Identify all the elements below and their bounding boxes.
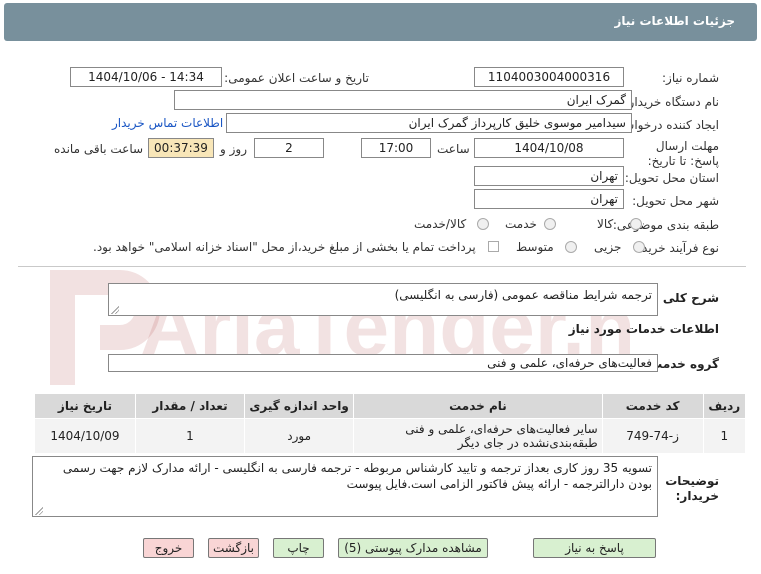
col-header-quantity: تعداد / مقدار	[134, 393, 246, 419]
summary-textarea[interactable]: ترجمه شرایط مناقصه عمومی (فارسی به انگلی…	[108, 283, 658, 316]
summary-text: ترجمه شرایط مناقصه عمومی (فارسی به انگلی…	[394, 288, 652, 302]
col-header-row-number: ردیف	[702, 393, 747, 419]
need-number-field[interactable]: 1104003004000316	[474, 67, 624, 87]
purchase-option-minor: جزیی	[594, 240, 622, 254]
exit-button[interactable]: خروج	[143, 538, 194, 558]
buyer-notes-text: تسویه 35 روز کاری بعداز ترجمه و تایید کا…	[62, 461, 652, 491]
category-radio-goods[interactable]	[630, 218, 642, 230]
category-radio-goods-service[interactable]	[477, 218, 489, 230]
cell-service-code: ز-74-749	[601, 418, 704, 454]
deadline-time-field[interactable]: 17:00	[361, 138, 431, 158]
table-header-row: ردیف کد خدمت نام خدمت واحد اندازه گیری ت…	[34, 393, 747, 419]
divider	[18, 266, 746, 267]
resize-grip-icon[interactable]	[34, 506, 43, 515]
remaining-time-field[interactable]: 00:37:39	[148, 138, 214, 158]
table-row[interactable]: 1 ز-74-749 سایر فعالیت‌های حرفه‌ای، علمی…	[34, 418, 747, 454]
resize-grip-icon[interactable]	[110, 305, 119, 314]
cell-need-date: 1404/10/09	[34, 418, 136, 454]
deadline-time-label: ساعت	[437, 142, 470, 156]
category-option-service: خدمت	[505, 217, 537, 231]
announce-datetime-label: تاریخ و ساعت اعلان عمومی:	[224, 71, 369, 85]
remaining-time-label: ساعت باقی مانده	[54, 142, 144, 156]
cell-unit: مورد	[244, 418, 355, 454]
buyer-org-field[interactable]: گمرک ایران	[174, 90, 632, 110]
deadline-date-field[interactable]: 1404/10/08	[474, 138, 624, 158]
reply-to-need-button[interactable]: پاسخ به نیاز	[533, 538, 656, 558]
purchase-radio-medium[interactable]	[565, 241, 577, 253]
category-radio-service[interactable]	[544, 218, 556, 230]
services-table: ردیف کد خدمت نام خدمت واحد اندازه گیری ت…	[34, 393, 747, 454]
category-option-goods: کالا	[597, 217, 614, 231]
col-header-service-code: کد خدمت	[601, 393, 704, 419]
col-header-need-date: تاریخ نیاز	[34, 393, 136, 419]
back-button[interactable]: بازگشت	[208, 538, 259, 558]
province-field[interactable]: تهران	[474, 166, 624, 186]
purchase-option-medium: متوسط	[516, 240, 554, 254]
city-field[interactable]: تهران	[474, 189, 624, 209]
deadline-label: مهلت ارسال پاسخ: تا تاریخ:	[647, 139, 719, 168]
service-group-field[interactable]: فعالیت‌های حرفه‌ای، علمی و فنی	[108, 354, 658, 372]
creator-field[interactable]: سیدامیر موسوی خلیق کارپرداز گمرک ایران	[226, 113, 632, 133]
category-label: طبقه بندی موضوعی:	[612, 218, 719, 232]
days-remaining-field[interactable]: 2	[254, 138, 324, 158]
purchase-type-label: نوع فرآیند خرید :	[634, 241, 719, 255]
days-label: روز و	[220, 142, 247, 156]
purchase-radio-minor[interactable]	[633, 241, 645, 253]
page-header: جزئیات اطلاعات نیاز	[4, 3, 757, 41]
services-section-title: اطلاعات خدمات مورد نیاز	[568, 322, 719, 336]
buyer-notes-textarea[interactable]: تسویه 35 روز کاری بعداز ترجمه و تایید کا…	[32, 456, 658, 517]
page-title: جزئیات اطلاعات نیاز	[614, 14, 735, 28]
col-header-unit: واحد اندازه گیری	[244, 393, 355, 419]
cell-quantity: 1	[134, 418, 246, 454]
watermark-logo: AriaTender.net	[50, 270, 630, 385]
cell-row-number: 1	[702, 418, 747, 454]
province-label: استان محل تحویل:	[624, 171, 719, 185]
city-label: شهر محل تحویل:	[632, 194, 719, 208]
print-button[interactable]: چاپ	[273, 538, 324, 558]
cell-service-name: سایر فعالیت‌های حرفه‌ای، علمی و فنی طبقه…	[353, 418, 603, 454]
col-header-service-name: نام خدمت	[353, 393, 603, 419]
category-option-goods-service: کالا/خدمت	[414, 217, 467, 231]
view-attachments-button[interactable]: مشاهده مدارک پیوستی (5)	[338, 538, 488, 558]
treasury-bonds-checkbox[interactable]	[488, 241, 499, 252]
announce-datetime-field[interactable]: 1404/10/06 - 14:34	[70, 67, 222, 87]
buyer-org-label: نام دستگاه خریدار:	[624, 95, 720, 109]
buyer-notes-label: توضیحات خریدار:	[665, 474, 719, 503]
buyer-contact-link[interactable]: اطلاعات تماس خریدار	[112, 116, 223, 130]
treasury-bonds-note: پرداخت تمام یا بخشی از مبلغ خرید،از محل …	[93, 240, 476, 254]
need-number-label: شماره نیاز:	[662, 71, 719, 85]
